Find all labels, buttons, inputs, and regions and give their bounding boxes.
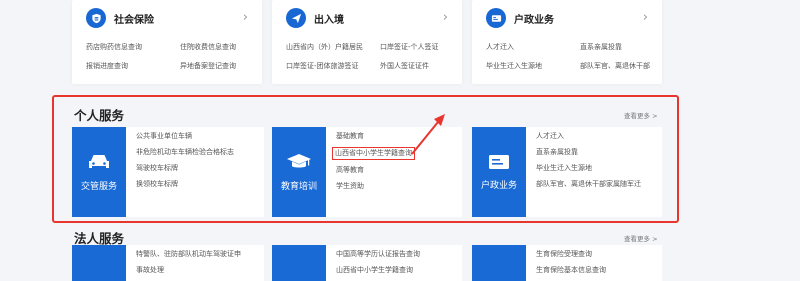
card-icon-panel[interactable] xyxy=(472,245,526,281)
service-list: 中国高等学历认证报告查询 山西省中小学生学籍查询 xyxy=(336,250,420,275)
card-icon-panel[interactable] xyxy=(272,245,326,281)
service-list: 生育保险受理查询 生育保险基本信息查询 xyxy=(536,250,606,275)
service-list: 特警队、驻防部队机动车驾驶证申 事故处理 xyxy=(136,250,241,275)
legal-card[interactable]: 特警队、驻防部队机动车驾驶证申 事故处理 xyxy=(72,245,264,281)
service-item[interactable]: 生育保险受理查询 xyxy=(536,250,606,259)
card-icon-panel[interactable] xyxy=(72,245,126,281)
page: 社会保险 › 药店购药信息查询 住院收费信息查询 报销进度查询 异地备案登记查询… xyxy=(0,0,800,281)
legal-card[interactable]: 中国高等学历认证报告查询 山西省中小学生学籍查询 xyxy=(272,245,462,281)
service-item[interactable]: 山西省中小学生学籍查询 xyxy=(336,266,420,275)
legal-card[interactable]: 生育保险受理查询 生育保险基本信息查询 xyxy=(472,245,662,281)
service-item[interactable]: 特警队、驻防部队机动车驾驶证申 xyxy=(136,250,241,259)
service-item[interactable]: 中国高等学历认证报告查询 xyxy=(336,250,420,259)
service-item[interactable]: 事故处理 xyxy=(136,266,241,275)
view-more-link[interactable]: 查看更多 > xyxy=(624,233,658,243)
service-item[interactable]: 生育保险基本信息查询 xyxy=(536,266,606,275)
